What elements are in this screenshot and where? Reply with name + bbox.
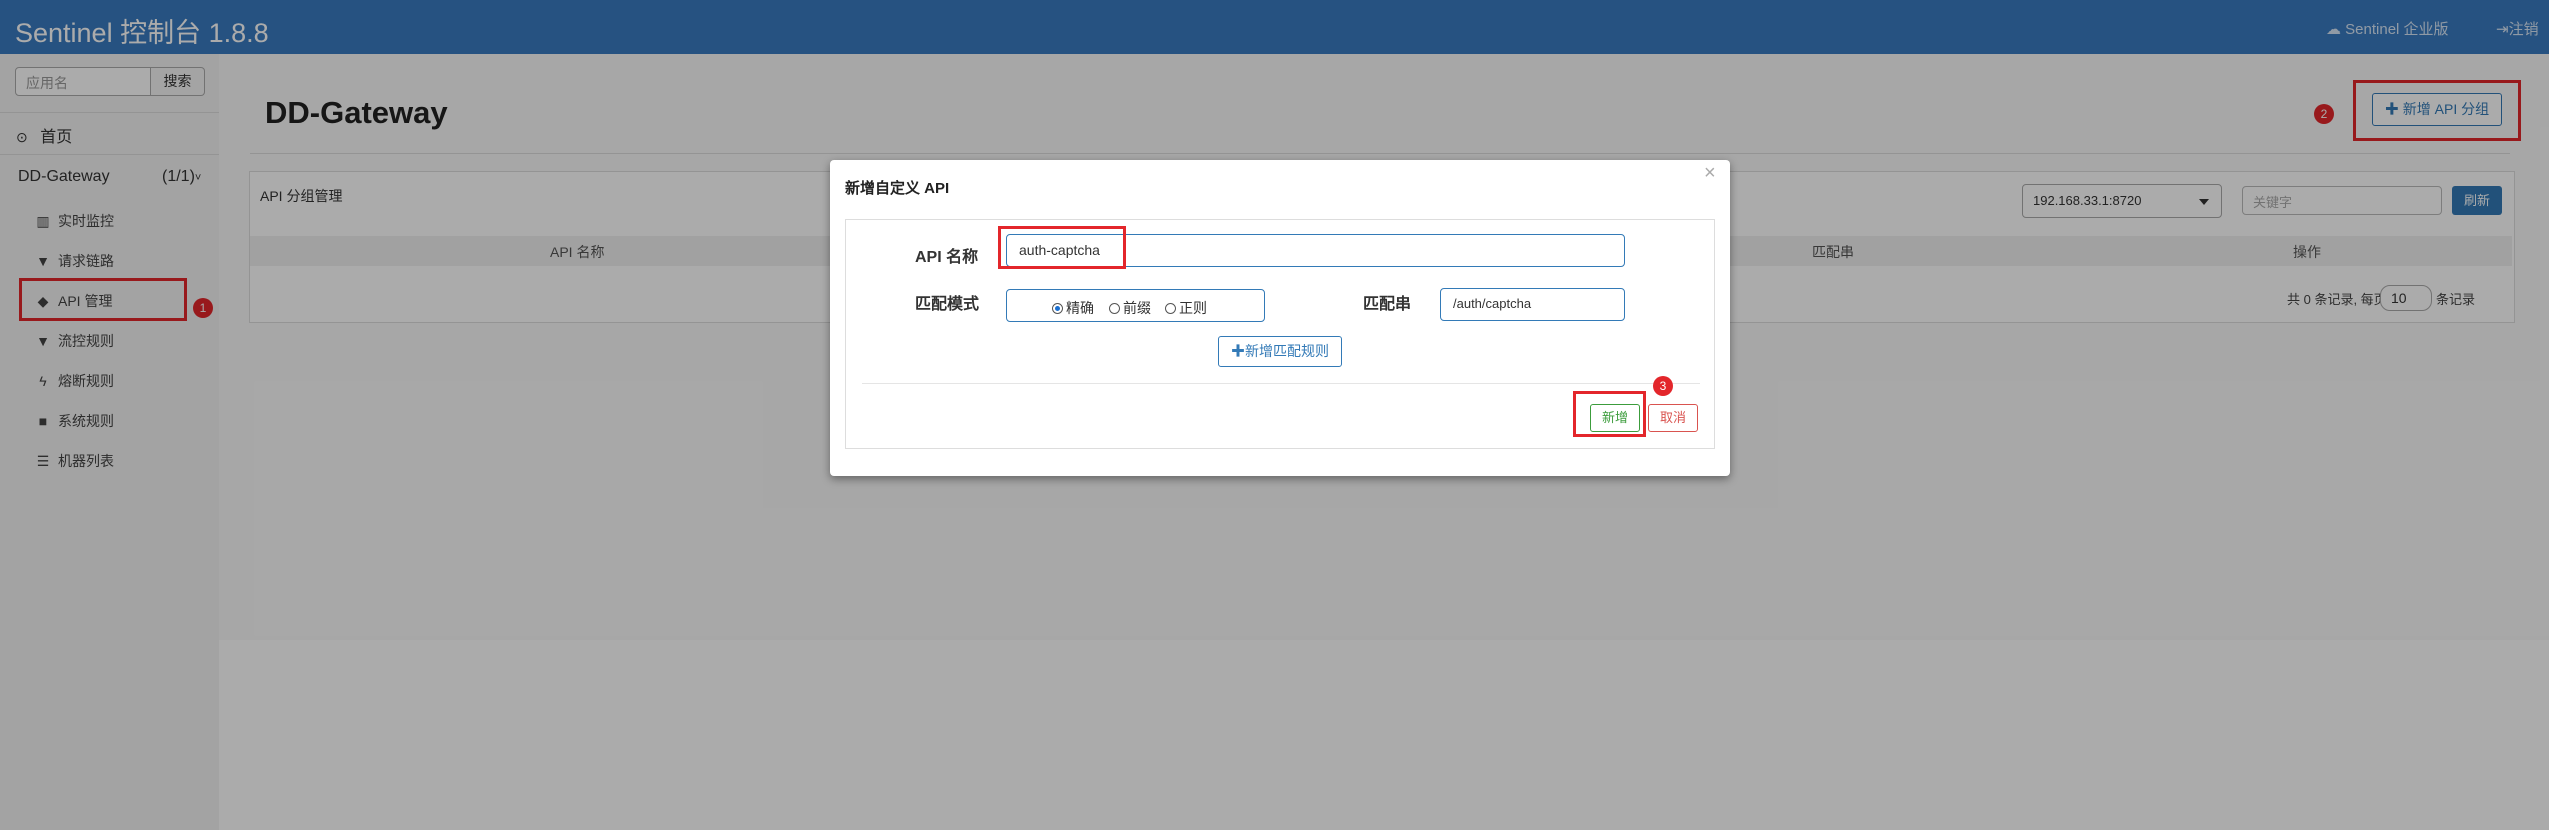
- radio-unchecked-icon: [1165, 303, 1176, 314]
- radio-label: 精确: [1066, 300, 1094, 316]
- match-string-input[interactable]: /auth/captcha: [1440, 288, 1625, 321]
- annotation-box-api-name: [998, 226, 1126, 269]
- annotation-badge-3: 3: [1653, 376, 1673, 396]
- radio-label: 正则: [1179, 300, 1207, 316]
- match-mode-label: 匹配模式: [915, 296, 980, 313]
- add-rule-label: 新增匹配规则: [1245, 343, 1329, 359]
- close-icon[interactable]: ×: [1704, 162, 1716, 185]
- plus-icon: ✚: [1231, 343, 1245, 359]
- modal-title: 新增自定义 API: [845, 180, 950, 197]
- match-mode-group: 精确 前缀 正则: [1006, 289, 1265, 322]
- radio-checked-icon: [1052, 303, 1063, 314]
- radio-unchecked-icon: [1109, 303, 1120, 314]
- api-name-label: API 名称: [915, 249, 979, 266]
- radio-regex[interactable]: 正则: [1165, 298, 1207, 318]
- radio-prefix[interactable]: 前缀: [1109, 298, 1151, 318]
- cancel-button[interactable]: 取消: [1648, 404, 1698, 432]
- radio-exact[interactable]: 精确: [1052, 298, 1094, 318]
- modal-divider: [862, 383, 1700, 384]
- match-string-label: 匹配串: [1363, 296, 1412, 313]
- annotation-box-3: [1573, 391, 1646, 437]
- add-match-rule-button[interactable]: ✚新增匹配规则: [1218, 336, 1342, 367]
- radio-label: 前缀: [1123, 300, 1151, 316]
